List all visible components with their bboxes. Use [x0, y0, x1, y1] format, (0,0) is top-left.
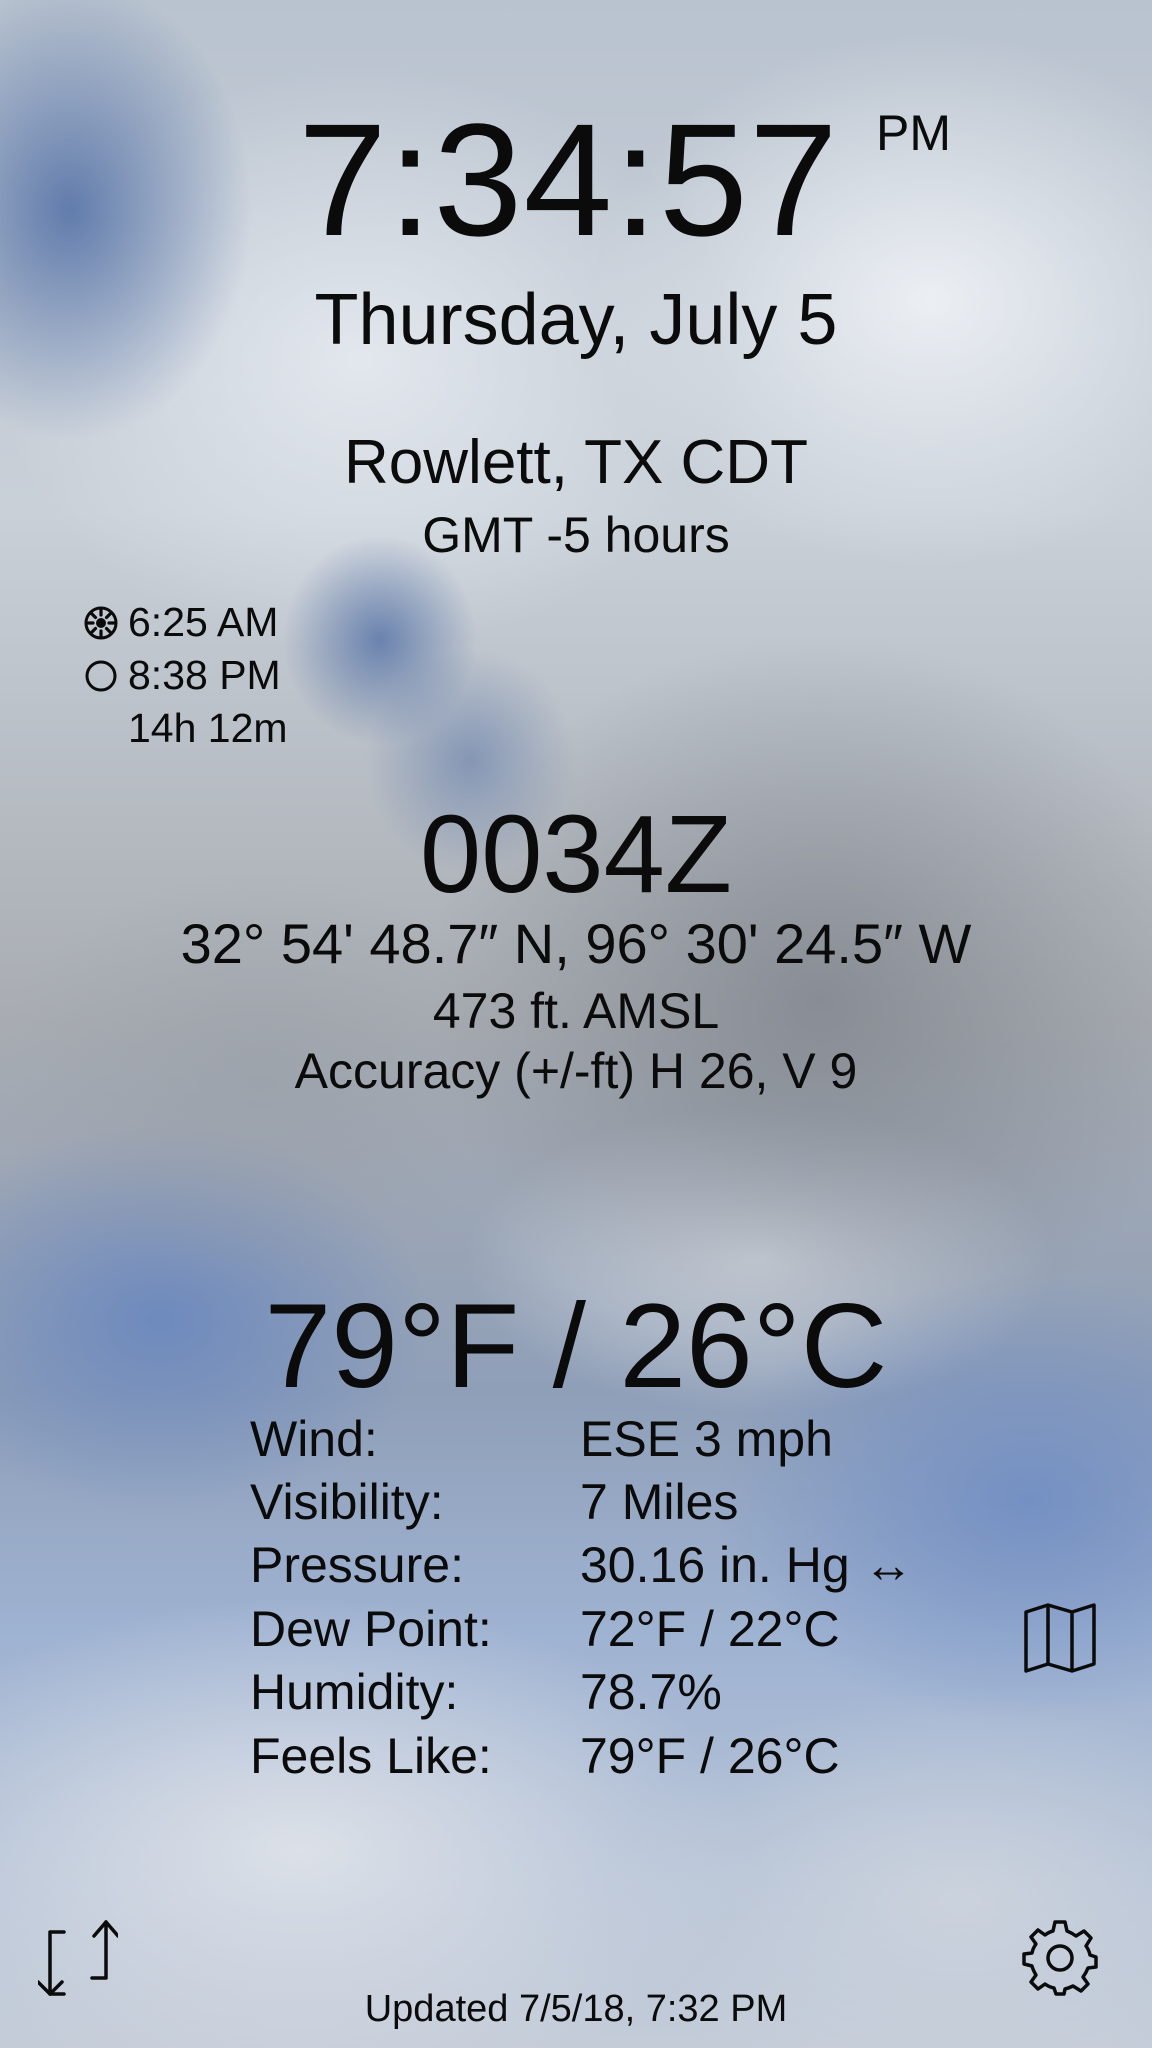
wind-label: Wind: — [250, 1411, 378, 1467]
coordinates: 32° 54' 48.7″ N, 96° 30' 24.5″ W — [180, 912, 972, 975]
humidity-label: Humidity: — [250, 1664, 459, 1720]
map-icon[interactable] — [1022, 1602, 1098, 1674]
feels-like-label: Feels Like: — [250, 1728, 492, 1784]
sunset-time: 8:38 PM — [128, 652, 281, 698]
wind-value: ESE 3 mph — [580, 1411, 833, 1467]
sun-icon — [84, 606, 118, 640]
pressure-value: 30.16 in. Hg ↔ — [580, 1537, 914, 1593]
pressure-label: Pressure: — [250, 1537, 464, 1593]
gmt-offset: GMT -5 hours — [422, 507, 730, 563]
clock-ampm: PM — [876, 105, 951, 161]
visibility-value: 7 Miles — [580, 1474, 739, 1530]
temperature: 79°F / 26°C — [264, 1279, 888, 1413]
dew-point-value: 72°F / 22°C — [580, 1601, 840, 1657]
clock-date: Thursday, July 5 — [314, 280, 838, 360]
visibility-label: Visibility: — [250, 1474, 444, 1530]
zulu-time: 0034Z — [420, 793, 732, 916]
swap-arrows-icon[interactable] — [36, 1918, 120, 2046]
clock-time: 7:34:57 — [298, 90, 839, 269]
sunset-row: 8:38 PM — [84, 655, 281, 696]
altitude: 473 ft. AMSL — [432, 983, 720, 1039]
sunrise-time: 6:25 AM — [128, 599, 279, 645]
dew-point-label: Dew Point: — [250, 1601, 492, 1657]
feels-like-value: 79°F / 26°C — [580, 1728, 840, 1784]
location-name: Rowlett, TX CDT — [344, 428, 808, 497]
moon-circle-icon — [84, 659, 118, 693]
humidity-value: 78.7% — [580, 1664, 722, 1720]
sunrise-row: 6:25 AM — [84, 602, 278, 643]
gps-accuracy: Accuracy (+/-ft) H 26, V 9 — [294, 1043, 858, 1099]
day-length: 14h 12m — [128, 705, 288, 751]
gear-icon[interactable] — [1022, 1920, 1098, 1996]
last-updated: Updated 7/5/18, 7:32 PM — [364, 1988, 788, 2030]
